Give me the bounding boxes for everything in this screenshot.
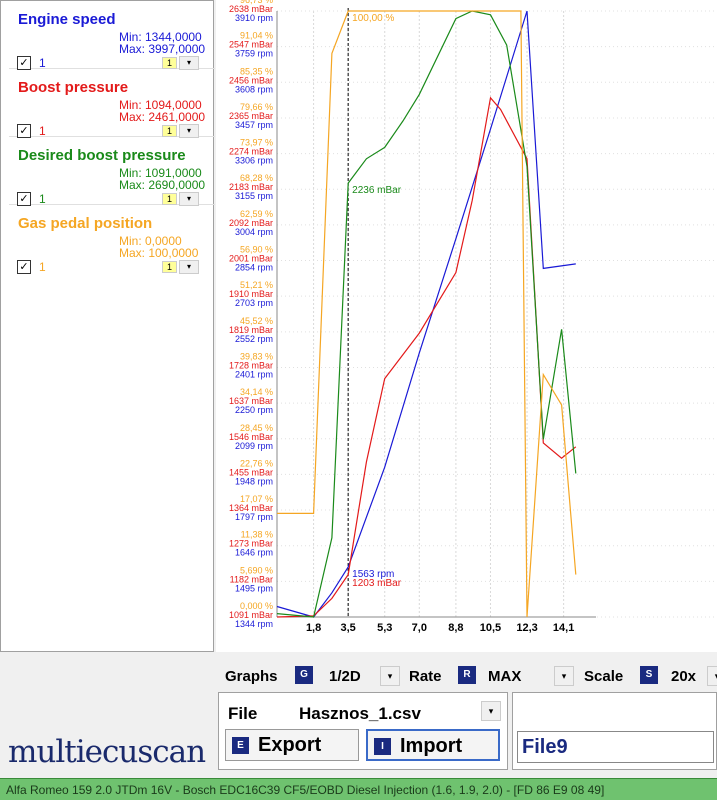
channel-badge: 1 <box>162 125 177 137</box>
y-tick-rpm: 1344 rpm <box>235 619 273 629</box>
x-tick-label: 7,0 <box>412 622 427 634</box>
channel-checkbox[interactable]: ✓ <box>17 260 31 274</box>
y-tick-rpm: 3306 rpm <box>235 156 273 166</box>
y-tick-rpm: 3608 rpm <box>235 84 273 94</box>
chevron-down-icon[interactable]: ▾ <box>179 192 199 206</box>
import-icon: I <box>374 738 391 755</box>
scale-label: Scale <box>584 668 624 685</box>
channel-panel: Engine speed Min: 1344,0000 Max: 3997,00… <box>0 0 215 652</box>
status-bar: Alfa Romeo 159 2.0 JTDm 16V - Bosch EDC1… <box>0 778 717 800</box>
channel-max: Max: 2461,0000 <box>119 110 206 124</box>
annotation-label: 100,00 % <box>352 13 394 24</box>
y-tick-rpm: 2401 rpm <box>235 369 273 379</box>
x-tick-label: 14,1 <box>553 622 574 634</box>
channel-max: Max: 100,0000 <box>119 246 199 260</box>
y-tick-rpm: 3004 rpm <box>235 227 273 237</box>
line-chart[interactable]: 96,73 %2638 mBar3910 rpm91,04 %2547 mBar… <box>216 0 717 652</box>
chevron-down-icon[interactable]: ▾ <box>179 260 199 274</box>
x-tick-label: 3,5 <box>341 622 356 634</box>
channel-max: Max: 3997,0000 <box>119 42 206 56</box>
x-tick-label: 8,8 <box>448 622 463 634</box>
channel-checkbox[interactable]: ✓ <box>17 124 31 138</box>
chevron-down-icon[interactable]: ▾ <box>481 701 501 721</box>
chevron-down-icon[interactable]: ▾ <box>380 666 400 686</box>
chevron-down-icon[interactable]: ▾ <box>554 666 574 686</box>
file-number-field[interactable]: File9 <box>517 731 714 763</box>
x-tick-label: 5,3 <box>377 622 392 634</box>
graphs-value[interactable]: 1/2D <box>329 668 361 685</box>
y-tick-rpm: 1948 rpm <box>235 476 273 486</box>
chevron-down-icon[interactable]: ▾ <box>179 56 199 70</box>
file-panel: File Hasznos_1.csv ▾ E Export I Import <box>218 692 508 770</box>
y-tick-rpm: 3910 rpm <box>235 13 273 23</box>
chevron-down-icon[interactable]: ▾ <box>707 666 717 686</box>
channel-name: Gas pedal position <box>18 215 153 232</box>
graphs-label: Graphs <box>225 668 278 685</box>
y-tick-rpm: 3759 rpm <box>235 49 273 59</box>
x-tick-label: 10,5 <box>480 622 501 634</box>
channel-name: Engine speed <box>18 11 116 28</box>
x-tick-label: 1,8 <box>306 622 321 634</box>
y-tick-rpm: 3155 rpm <box>235 191 273 201</box>
rate-badge: R <box>458 666 476 684</box>
channel-badge: 1 <box>162 261 177 273</box>
import-button[interactable]: I Import <box>366 729 500 761</box>
chart-area[interactable]: 96,73 % 2638 mBar 3910 rpm 91,04 % 2547 mBar… <box>216 0 717 652</box>
annotation-label: 2236 mBar <box>352 185 402 196</box>
logo: multiecuscan <box>8 734 206 770</box>
channel-name: Boost pressure <box>18 79 129 96</box>
channel-desired-boost[interactable]: Desired boost pressure Min: 1091,0000 Ma… <box>9 137 215 206</box>
scale-badge: S <box>640 666 658 684</box>
channel-badge: 1 <box>162 193 177 205</box>
controls-bar: Graphs G 1/2D ▾ Rate R MAX ▾ Scale S 20x… <box>216 660 717 694</box>
export-button[interactable]: E Export <box>225 729 359 761</box>
series-line <box>277 10 577 618</box>
graphs-badge: G <box>295 666 313 684</box>
status-text: Alfa Romeo 159 2.0 JTDm 16V - Bosch EDC1… <box>6 783 605 797</box>
import-label: Import <box>400 735 463 757</box>
export-label: Export <box>258 734 322 756</box>
y-tick-rpm: 2703 rpm <box>235 298 273 308</box>
annotation-label: 1203 mBar <box>352 578 402 589</box>
rate-label: Rate <box>409 668 442 685</box>
export-icon: E <box>232 737 249 754</box>
file-number-panel: File9 <box>512 692 717 770</box>
channel-gas-pedal[interactable]: Gas pedal position Min: 0,0000 Max: 100,… <box>9 205 215 274</box>
series-line <box>276 96 577 618</box>
channel-badge: 1 <box>162 57 177 69</box>
y-tick-rpm: 2552 rpm <box>235 334 273 344</box>
chevron-down-icon[interactable]: ▾ <box>179 124 199 138</box>
channel-name: Desired boost pressure <box>18 147 186 164</box>
channel-engine-speed[interactable]: Engine speed Min: 1344,0000 Max: 3997,00… <box>9 1 215 70</box>
y-tick-rpm: 1797 rpm <box>235 512 273 522</box>
channel-boost-pressure[interactable]: Boost pressure Min: 1094,0000 Max: 2461,… <box>9 69 215 138</box>
y-tick-rpm: 1495 rpm <box>235 583 273 593</box>
channel-max: Max: 2690,0000 <box>119 178 206 192</box>
channel-num: 1 <box>39 192 46 206</box>
y-tick-rpm: 3457 rpm <box>235 120 273 130</box>
y-tick-rpm: 1646 rpm <box>235 548 273 558</box>
file-select[interactable]: Hasznos_1.csv <box>299 704 421 724</box>
channel-num: 1 <box>39 124 46 138</box>
file-number-text: File9 <box>522 736 568 758</box>
channel-checkbox[interactable]: ✓ <box>17 192 31 206</box>
channel-checkbox[interactable]: ✓ <box>17 56 31 70</box>
x-tick-label: 12,3 <box>516 622 537 634</box>
y-tick-rpm: 2854 rpm <box>235 263 273 273</box>
channel-num: 1 <box>39 260 46 274</box>
channel-num: 1 <box>39 56 46 70</box>
file-label: File <box>228 704 258 723</box>
scale-value[interactable]: 20x <box>671 668 696 685</box>
y-tick-rpm: 2250 rpm <box>235 405 273 415</box>
rate-value[interactable]: MAX <box>488 668 521 685</box>
y-tick-rpm: 2099 rpm <box>235 441 273 451</box>
